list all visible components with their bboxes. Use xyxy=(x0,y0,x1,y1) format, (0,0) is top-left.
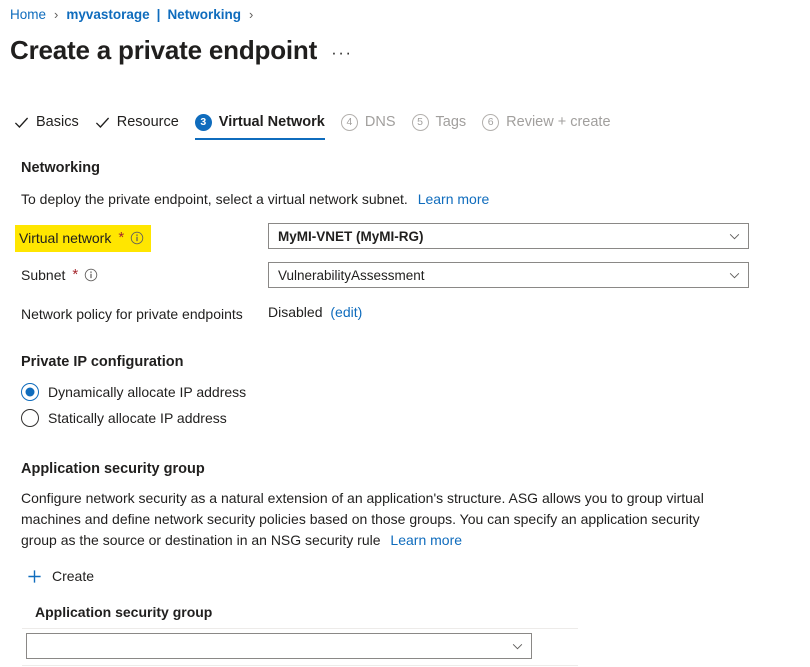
tab-resource[interactable]: Resource xyxy=(93,113,193,140)
radio-statically-allocate-label: Statically allocate IP address xyxy=(48,408,227,428)
tab-virtual-network[interactable]: 3 Virtual Network xyxy=(193,113,339,140)
private-ip-heading: Private IP configuration xyxy=(21,354,184,370)
tab-virtual-network-label: Virtual Network xyxy=(219,113,325,131)
chevron-down-icon xyxy=(728,269,741,282)
asg-table-divider-top xyxy=(22,628,578,629)
virtual-network-label: Virtual network * xyxy=(15,225,151,252)
tab-number-badge: 3 xyxy=(195,114,212,131)
breadcrumb-separator-icon-2: › xyxy=(248,7,254,22)
tab-number-badge: 5 xyxy=(412,114,429,131)
tab-basics[interactable]: Basics xyxy=(12,113,93,140)
tab-resource-label: Resource xyxy=(117,113,179,131)
network-policy-label-text: Network policy for private endpoints xyxy=(21,304,243,324)
virtual-network-dropdown[interactable]: MyMI-VNET (MyMI-RG) xyxy=(268,223,749,249)
networking-description: To deploy the private endpoint, select a… xyxy=(21,189,489,210)
asg-column-header: Application security group xyxy=(35,604,212,620)
required-asterisk: * xyxy=(117,232,124,244)
tab-review-create[interactable]: 6 Review + create xyxy=(480,113,624,140)
breadcrumb-resource[interactable]: myvastorage xyxy=(66,7,149,22)
tab-tags[interactable]: 5 Tags xyxy=(410,113,481,140)
required-asterisk: * xyxy=(71,269,78,281)
asg-table-divider-bottom xyxy=(22,665,578,666)
networking-learn-more-link[interactable]: Learn more xyxy=(412,191,490,207)
page-header: Create a private endpoint ··· xyxy=(10,33,353,67)
asg-select-dropdown[interactable] xyxy=(26,633,532,659)
network-policy-value: Disabled xyxy=(268,304,322,320)
virtual-network-value: MyMI-VNET (MyMI-RG) xyxy=(278,229,728,244)
breadcrumb-pipe: | xyxy=(157,7,161,22)
tab-basics-label: Basics xyxy=(36,113,79,131)
tab-active-underline xyxy=(195,138,325,141)
page-title: Create a private endpoint xyxy=(10,33,317,67)
info-icon[interactable] xyxy=(130,231,144,245)
create-asg-button[interactable]: Create xyxy=(27,568,94,584)
asg-description-text: Configure network security as a natural … xyxy=(21,490,704,548)
tab-dns-label: DNS xyxy=(365,113,396,131)
subnet-label: Subnet * xyxy=(21,265,98,285)
check-icon xyxy=(14,115,29,130)
tab-number-badge: 6 xyxy=(482,114,499,131)
radio-statically-allocate[interactable]: Statically allocate IP address xyxy=(21,408,227,428)
info-icon[interactable] xyxy=(84,268,98,282)
asg-learn-more-link[interactable]: Learn more xyxy=(384,532,462,548)
tab-number-badge: 4 xyxy=(341,114,358,131)
subnet-value: VulnerabilityAssessment xyxy=(278,268,728,283)
wizard-tabs: Basics Resource 3 Virtual Network 4 DNS … xyxy=(12,113,625,140)
chevron-down-icon xyxy=(511,640,524,653)
tab-dns[interactable]: 4 DNS xyxy=(339,113,410,140)
tab-tags-label: Tags xyxy=(436,113,467,131)
chevron-down-icon xyxy=(728,230,741,243)
asg-description: Configure network security as a natural … xyxy=(21,488,737,551)
tab-review-create-label: Review + create xyxy=(506,113,610,131)
subnet-dropdown[interactable]: VulnerabilityAssessment xyxy=(268,262,749,288)
network-policy-value-row: Disabled (edit) xyxy=(268,304,362,320)
check-icon xyxy=(95,115,110,130)
radio-button-selected-icon[interactable] xyxy=(21,383,39,401)
asg-heading: Application security group xyxy=(21,461,205,477)
breadcrumb-separator-icon: › xyxy=(53,7,59,22)
subnet-label-text: Subnet xyxy=(21,265,65,285)
breadcrumb: Home › myvastorage | Networking › xyxy=(10,7,254,22)
more-options-icon[interactable]: ··· xyxy=(331,37,352,63)
network-policy-label: Network policy for private endpoints xyxy=(21,304,243,324)
network-policy-edit-link[interactable]: (edit) xyxy=(326,304,362,320)
radio-button-unselected-icon[interactable] xyxy=(21,409,39,427)
plus-icon xyxy=(27,569,42,584)
networking-heading: Networking xyxy=(21,160,100,176)
virtual-network-label-text: Virtual network xyxy=(19,228,111,248)
networking-description-text: To deploy the private endpoint, select a… xyxy=(21,191,408,207)
breadcrumb-home[interactable]: Home xyxy=(10,7,46,22)
radio-dynamically-allocate[interactable]: Dynamically allocate IP address xyxy=(21,382,246,402)
radio-dynamically-allocate-label: Dynamically allocate IP address xyxy=(48,382,246,402)
create-asg-label: Create xyxy=(52,568,94,584)
breadcrumb-blade[interactable]: Networking xyxy=(167,7,241,22)
